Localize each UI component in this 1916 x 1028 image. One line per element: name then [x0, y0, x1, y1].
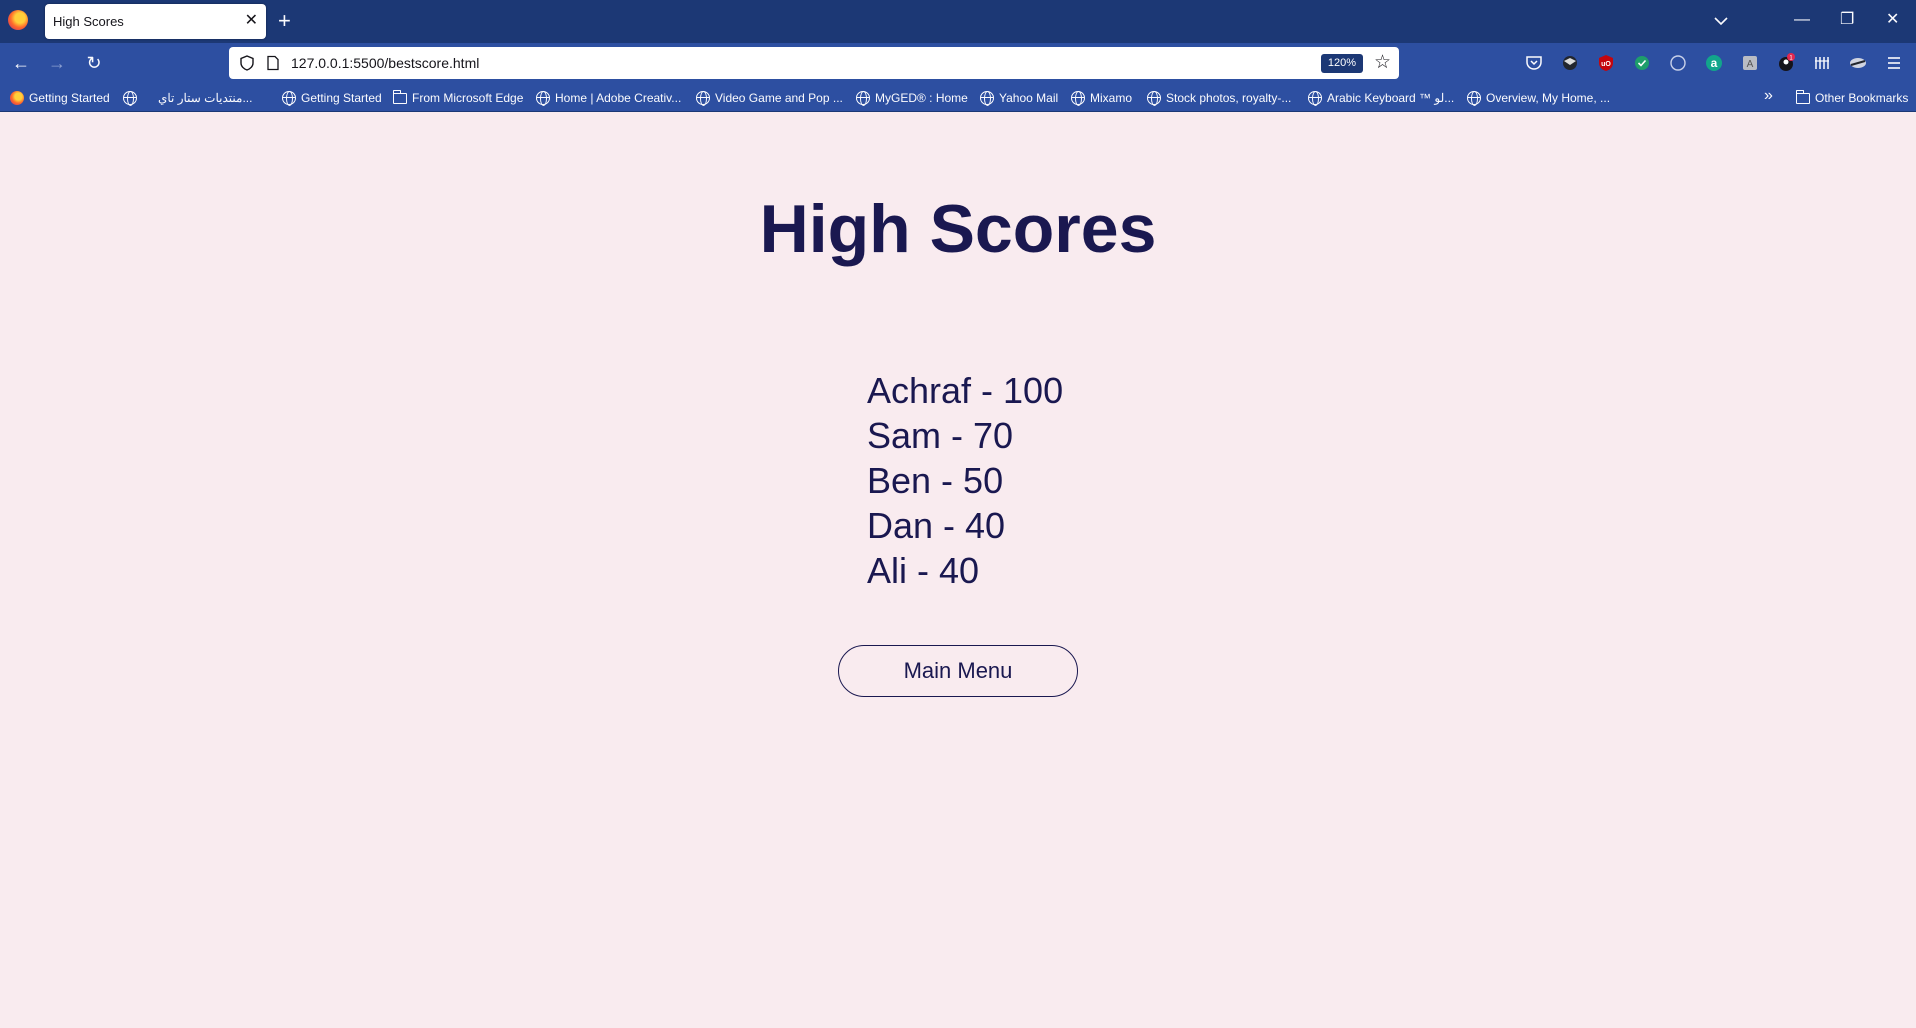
- extension-mask-icon[interactable]: [1560, 53, 1580, 73]
- svg-text:a: a: [1711, 56, 1718, 70]
- page-icon[interactable]: [265, 55, 281, 71]
- amazon-a-icon[interactable]: a: [1704, 53, 1724, 73]
- bookmark-label: Arabic Keyboard ™ لو...: [1327, 91, 1455, 105]
- bookmark-label: From Microsoft Edge: [412, 91, 524, 105]
- globe-icon: [1308, 91, 1322, 106]
- bookmark-label: منتديات ستار تاي...: [158, 91, 253, 105]
- bookmark-label: Stock photos, royalty-...: [1166, 91, 1292, 105]
- bookmark-yahoo-mail[interactable]: Yahoo Mail: [980, 89, 1058, 107]
- minimize-button[interactable]: —: [1794, 9, 1810, 31]
- bookmark-label: Home | Adobe Creativ...: [555, 91, 682, 105]
- other-bookmarks[interactable]: Other Bookmarks: [1796, 89, 1908, 107]
- folder-icon: [393, 89, 407, 104]
- chevron-down-icon[interactable]: [1710, 10, 1732, 32]
- bookmark-label: Mixamo: [1090, 91, 1133, 105]
- bookmarks-overflow-icon[interactable]: »: [1764, 87, 1773, 105]
- folder-icon: [1796, 89, 1810, 104]
- url-text[interactable]: 127.0.0.1:5500/bestscore.html: [291, 55, 479, 71]
- page-content: High Scores Achraf - 100 Sam - 70 Ben - …: [0, 113, 1916, 1028]
- other-bookmarks-label: Other Bookmarks: [1815, 91, 1909, 105]
- globe-icon: [282, 91, 296, 106]
- bookmark-video-game[interactable]: Video Game and Pop ...: [696, 89, 843, 107]
- circle-extension-icon[interactable]: [1668, 53, 1688, 73]
- bookmark-star-icon[interactable]: ☆: [1374, 52, 1391, 74]
- bookmark-overview[interactable]: Overview, My Home, ...: [1467, 89, 1610, 107]
- firefox-icon[interactable]: [8, 10, 28, 30]
- sync-icon[interactable]: [1848, 53, 1868, 73]
- bookmarks-toolbar: Getting Started منتديات ستار تاي... Gett…: [0, 84, 1916, 112]
- reload-button[interactable]: ↻: [82, 51, 106, 75]
- bookmark-label: MyGED® : Home: [875, 91, 968, 105]
- globe-icon: [856, 91, 870, 106]
- grey-extension-icon[interactable]: A: [1740, 53, 1760, 73]
- bookmark-globe[interactable]: [123, 89, 137, 107]
- tab-title: High Scores: [53, 14, 124, 29]
- globe-icon: [1071, 91, 1085, 106]
- zoom-level-button[interactable]: 120%: [1321, 54, 1363, 73]
- back-button[interactable]: ←: [9, 51, 33, 75]
- globe-icon: [696, 91, 710, 106]
- tab-high-scores[interactable]: High Scores ✕: [45, 4, 266, 39]
- globe-icon: [536, 91, 550, 106]
- account-badge-icon[interactable]: 1: [1776, 53, 1796, 73]
- globe-icon: [1147, 91, 1161, 106]
- score-item: Sam - 70: [867, 415, 1014, 456]
- globe-icon: [123, 91, 137, 106]
- bookmark-getting-started[interactable]: Getting Started: [10, 89, 110, 107]
- shield-icon[interactable]: [239, 55, 255, 71]
- high-score-list: Achraf - 100 Sam - 70 Ben - 50 Dan - 40 …: [867, 368, 1063, 593]
- svg-text:uO: uO: [1601, 61, 1611, 68]
- close-tab-icon[interactable]: ✕: [245, 11, 258, 31]
- bookmark-arabic-keyboard[interactable]: Arabic Keyboard ™ لو...: [1308, 89, 1454, 107]
- bookmark-arabic-forum[interactable]: منتديات ستار تاي...: [158, 89, 252, 107]
- ublock-icon[interactable]: uO: [1596, 53, 1616, 73]
- restore-button[interactable]: ❐: [1840, 9, 1854, 31]
- forward-button[interactable]: →: [45, 51, 69, 75]
- address-bar[interactable]: 127.0.0.1:5500/bestscore.html 120% ☆: [229, 47, 1399, 79]
- bookmark-myged[interactable]: MyGED® : Home: [856, 89, 968, 107]
- bookmark-label: Getting Started: [301, 91, 382, 105]
- score-item: Dan - 40: [867, 505, 1006, 546]
- bookmark-label: Video Game and Pop ...: [715, 91, 843, 105]
- bookmark-folder-microsoft-edge[interactable]: From Microsoft Edge: [393, 89, 523, 107]
- score-item: Ben - 50: [867, 460, 1004, 501]
- score-item: Achraf - 100: [867, 370, 1064, 411]
- bookmark-label: Yahoo Mail: [999, 91, 1059, 105]
- navigation-toolbar: ← → ↻ 127.0.0.1:5500/bestscore.html 120%…: [0, 43, 1916, 84]
- bookmark-label: Getting Started: [29, 91, 110, 105]
- check-extension-icon[interactable]: [1632, 53, 1652, 73]
- bookmark-label: Overview, My Home, ...: [1486, 91, 1611, 105]
- bookmark-stock-photos[interactable]: Stock photos, royalty-...: [1147, 89, 1291, 107]
- bookmark-mixamo[interactable]: Mixamo: [1071, 89, 1132, 107]
- menu-icon[interactable]: [1884, 53, 1904, 73]
- library-icon[interactable]: [1812, 53, 1832, 73]
- close-window-button[interactable]: ✕: [1886, 9, 1899, 31]
- firefox-icon: [10, 91, 24, 105]
- browser-tab-strip: High Scores ✕ + — ❐ ✕: [0, 0, 1916, 43]
- page-title: High Scores: [759, 191, 1157, 267]
- globe-icon: [980, 91, 994, 106]
- svg-text:A: A: [1747, 59, 1754, 70]
- globe-icon: [1467, 91, 1481, 106]
- pocket-icon[interactable]: [1524, 53, 1544, 73]
- score-item: Ali - 40: [867, 550, 980, 591]
- new-tab-button[interactable]: +: [278, 8, 291, 34]
- bookmark-adobe[interactable]: Home | Adobe Creativ...: [536, 89, 681, 107]
- main-menu-button[interactable]: Main Menu: [838, 645, 1078, 697]
- bookmark-getting-started-2[interactable]: Getting Started: [282, 89, 382, 107]
